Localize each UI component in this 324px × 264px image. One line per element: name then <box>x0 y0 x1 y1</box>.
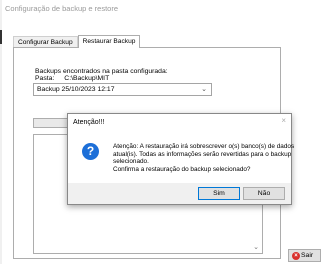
folder-path-value: C:\Backup\MIT <box>64 75 110 82</box>
window-title: Configuração de backup e restore <box>5 4 118 13</box>
exit-button[interactable]: × Sair <box>288 249 321 262</box>
chevron-down-icon: ⌄ <box>253 244 259 251</box>
exit-button-label: Sair <box>301 252 314 259</box>
dialog-footer: Sim Não <box>68 183 291 204</box>
question-icon: ? <box>82 143 99 160</box>
dialog-message-line: Confirma a restauração do backup selecio… <box>113 165 251 173</box>
no-button[interactable]: Não <box>243 187 285 200</box>
tab-restaurar-backup[interactable]: Restaurar Backup <box>77 35 141 48</box>
folder-path-row: Pasta: C:\Backup\MIT <box>35 75 109 82</box>
backup-select-value: Backup 25/10/2023 12:17 <box>37 86 115 93</box>
dialog-title: Atenção!!! <box>73 119 105 126</box>
dialog-message-line: selecionado. <box>113 158 149 166</box>
confirm-dialog: Atenção!!! × ? Atenção: A restauração ir… <box>67 113 295 205</box>
dialog-close-icon[interactable]: × <box>281 116 286 125</box>
dialog-message-line: atual(is). Todas as informações serão re… <box>113 150 292 158</box>
dialog-message: Atenção: A restauração irá sobrescrever … <box>113 143 295 173</box>
window-left-border <box>0 0 2 264</box>
yes-button[interactable]: Sim <box>198 187 240 200</box>
backup-select[interactable]: Backup 25/10/2023 12:17 ⌄ <box>33 83 212 96</box>
folder-label: Pasta: <box>35 75 55 82</box>
backups-found-label: Backups encontrados na pasta configurada… <box>35 68 168 75</box>
chevron-down-icon: ⌄ <box>201 86 207 93</box>
close-circle-icon: × <box>292 252 300 260</box>
restore-button[interactable] <box>33 118 69 128</box>
dialog-message-line: Atenção: A restauração irá sobrescrever … <box>113 143 295 150</box>
